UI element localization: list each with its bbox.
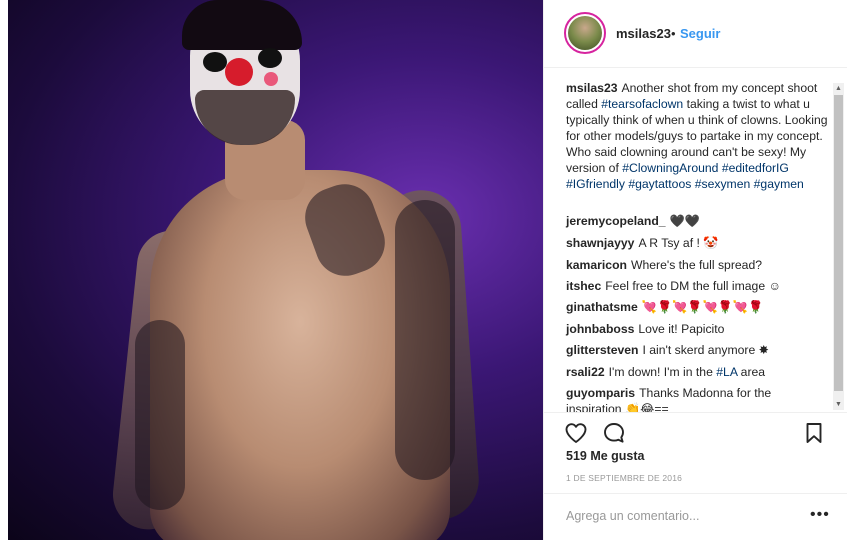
likes-count[interactable]: 519 Me gusta — [566, 449, 645, 463]
list-item: kamaricon Where's the full spread? — [566, 257, 828, 273]
comment-hashtag-la[interactable]: #LA — [716, 365, 737, 379]
comments-scrollbar[interactable]: ▲ ▼ — [833, 83, 844, 410]
more-options-icon[interactable]: ••• — [810, 506, 830, 524]
comment-text: Where's the full spread? — [630, 258, 763, 272]
comment-username[interactable]: shawnjayyy — [566, 236, 634, 250]
comment-text: Love it! Papicito — [638, 322, 725, 336]
photo-left-border — [0, 0, 8, 540]
comment-username[interactable]: glittersteven — [566, 343, 638, 357]
list-item: itshec Feel free to DM the full image ☺ — [566, 278, 828, 294]
follow-button[interactable]: Seguir — [680, 26, 720, 41]
comment-username[interactable]: jeremycopeland_ — [566, 214, 666, 228]
comment-text: 🖤🖤 — [669, 214, 700, 228]
comments-list[interactable]: msilas23 Another shot from my concept sho… — [544, 69, 847, 412]
caption-username[interactable]: msilas23 — [566, 81, 618, 95]
comment-input[interactable]: Agrega un comentario... — [566, 509, 699, 523]
avatar[interactable] — [564, 12, 606, 54]
comment-text: I ain't skerd anymore ✸ — [642, 343, 769, 357]
comment-text: A R Tsy af ! 🤡 — [638, 236, 719, 250]
avatar-image — [568, 16, 602, 50]
comment-text-suffix: area — [737, 365, 766, 379]
comment-username[interactable]: ginathatsme — [566, 300, 638, 314]
scroll-up-arrow-icon[interactable]: ▲ — [833, 83, 844, 94]
comment-username[interactable]: itshec — [566, 279, 601, 293]
scroll-down-arrow-icon[interactable]: ▼ — [833, 399, 844, 410]
add-comment-section: Agrega un comentario... ••• — [544, 493, 847, 540]
photo-figure-hair — [182, 0, 302, 50]
photo-clown-nose — [225, 58, 253, 86]
bookmark-icon[interactable] — [802, 421, 826, 445]
post-photo[interactable] — [0, 0, 543, 540]
heart-icon[interactable] — [564, 421, 588, 445]
comment-text: Feel free to DM the full image ☺ — [605, 279, 781, 293]
post-actions-bar — [544, 412, 847, 452]
photo-tattoo-sleeve-right — [395, 200, 455, 480]
list-item: jeremycopeland_ 🖤🖤 — [566, 213, 828, 229]
comment-text: 💘🌹💘🌹💘🌹💘🌹 — [641, 300, 764, 314]
comment-icon[interactable] — [602, 421, 626, 445]
post-details-panel: msilas23 • Seguir msilas23 Another shot f… — [543, 0, 847, 540]
list-item: rsali22 I'm down! I'm in the #LA area — [566, 364, 828, 380]
comment-username[interactable]: kamaricon — [566, 258, 627, 272]
post-date[interactable]: 1 DE SEPTIEMBRE DE 2016 — [566, 473, 682, 483]
list-item: shawnjayyy A R Tsy af ! 🤡 — [566, 235, 828, 251]
photo-tattoo-sleeve-left — [135, 320, 185, 510]
scroll-thumb[interactable] — [834, 95, 843, 391]
photo-clown-cheek — [264, 72, 278, 86]
list-item: johnbaboss Love it! Papicito — [566, 321, 828, 337]
comment-text-prefix: I'm down! I'm in the — [608, 365, 717, 379]
photo-clown-eye-left — [203, 52, 227, 72]
list-item: glittersteven I ain't skerd anymore ✸ — [566, 342, 828, 358]
caption-hashtag-tearsofaclown[interactable]: #tearsofaclown — [601, 97, 683, 111]
header-username[interactable]: msilas23 — [616, 26, 671, 41]
list-item: ginathatsme 💘🌹💘🌹💘🌹💘🌹 — [566, 299, 828, 315]
header-separator: • — [671, 26, 676, 41]
caption: msilas23 Another shot from my concept sho… — [566, 80, 828, 192]
photo-clown-eye-right — [258, 48, 282, 68]
comment-username[interactable]: rsali22 — [566, 365, 605, 379]
post-header: msilas23 • Seguir — [544, 0, 847, 68]
comment-username[interactable]: johnbaboss — [566, 322, 634, 336]
comment-username[interactable]: guyomparis — [566, 386, 635, 400]
list-item: guyomparis Thanks Madonna for the inspira… — [566, 385, 828, 412]
